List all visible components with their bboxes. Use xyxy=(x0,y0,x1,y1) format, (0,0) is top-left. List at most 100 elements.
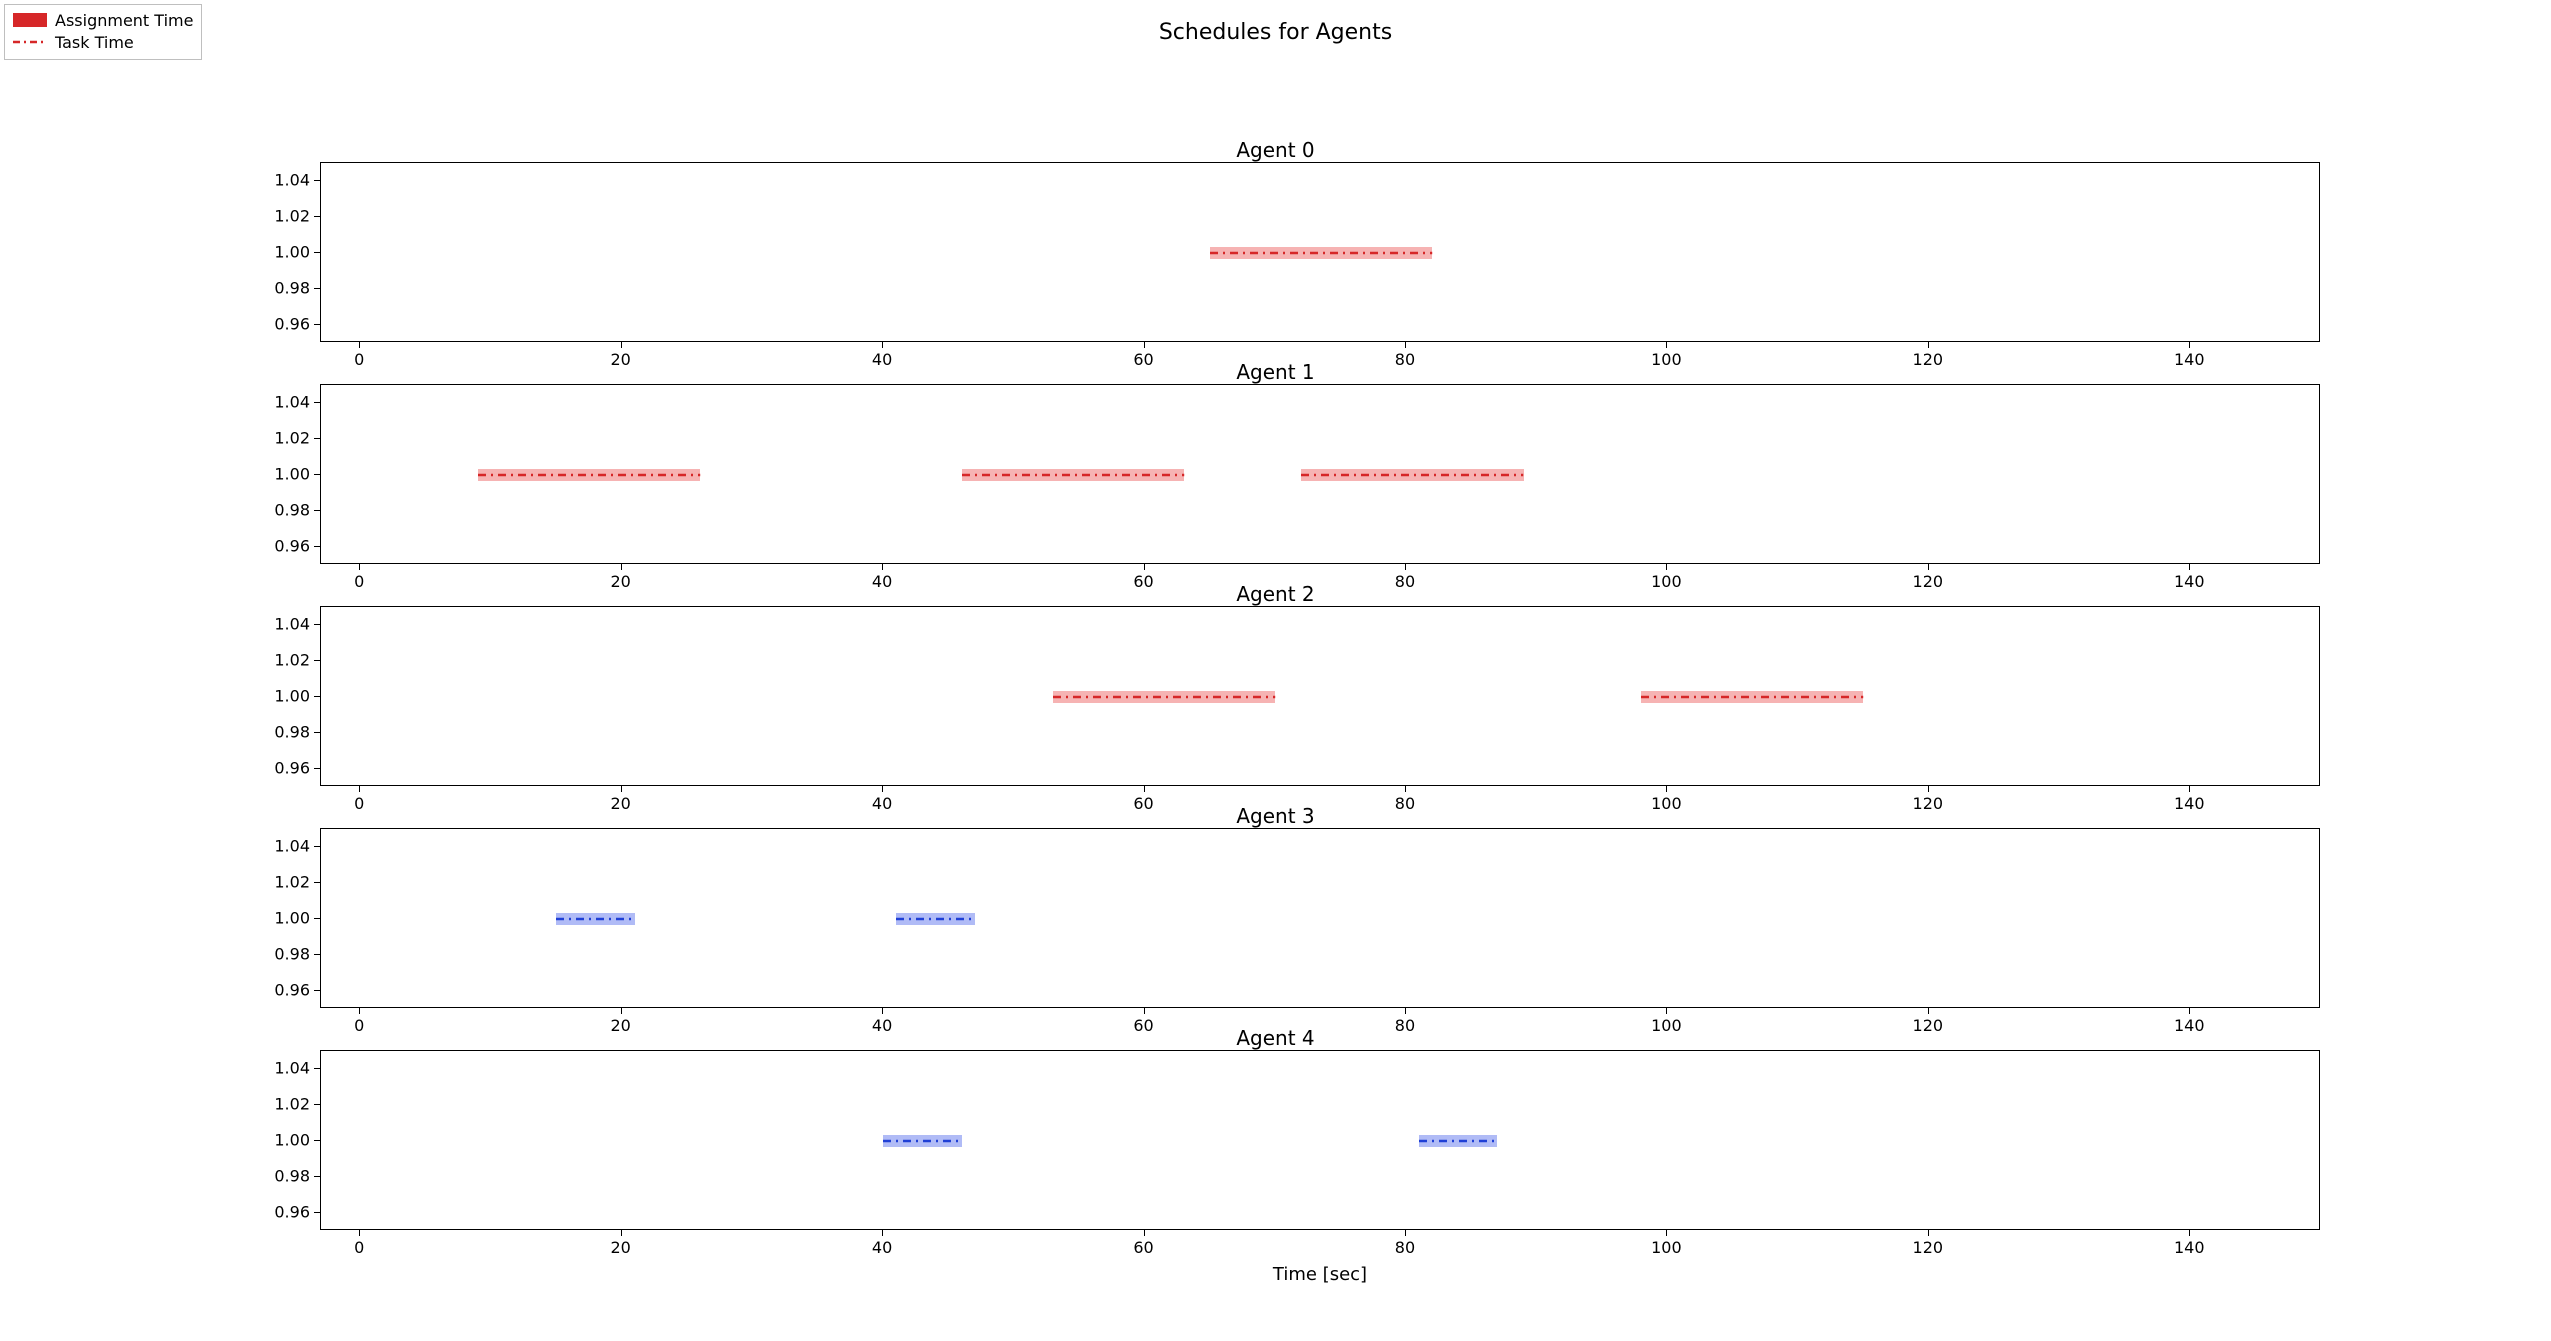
x-tick xyxy=(1144,342,1145,348)
x-tick-label: 0 xyxy=(354,1238,364,1257)
y-tick xyxy=(314,882,320,883)
y-tick-label: 1.04 xyxy=(250,837,310,856)
y-tick xyxy=(314,474,320,475)
y-tick-label: 1.04 xyxy=(250,1059,310,1078)
y-tick xyxy=(314,324,320,325)
subplot-title: Agent 2 xyxy=(0,582,2551,606)
x-tick xyxy=(621,1230,622,1236)
x-tick xyxy=(882,1008,883,1014)
y-tick-label: 0.98 xyxy=(250,279,310,298)
y-tick xyxy=(314,660,320,661)
x-axis-label: Time [sec] xyxy=(1273,1264,1367,1285)
x-tick xyxy=(2189,786,2190,792)
x-tick xyxy=(1666,1230,1667,1236)
y-tick-label: 1.04 xyxy=(250,393,310,412)
axes xyxy=(320,1050,2320,1230)
x-tick xyxy=(1928,1230,1929,1236)
x-tick xyxy=(1666,786,1667,792)
legend-swatch-assignment xyxy=(13,13,47,27)
y-tick-label: 0.96 xyxy=(250,1203,310,1222)
x-tick-label: 100 xyxy=(1651,1238,1682,1257)
legend-label-assignment: Assignment Time xyxy=(55,11,193,30)
subplot-agent-4: Agent 4 0.96 0.98 1.00 1.02 1.04 0 20 40 60 80 100 1… xyxy=(0,1028,2551,1308)
y-tick xyxy=(314,1212,320,1213)
y-tick xyxy=(314,1176,320,1177)
x-tick-label: 80 xyxy=(1395,1238,1415,1257)
x-tick xyxy=(1666,1008,1667,1014)
figure-title: Schedules for Agents xyxy=(0,20,2551,45)
subplot-title: Agent 4 xyxy=(0,1026,2551,1050)
y-tick-label: 0.96 xyxy=(250,759,310,778)
x-tick-label: 140 xyxy=(2174,1238,2205,1257)
x-tick xyxy=(882,564,883,570)
x-tick xyxy=(359,564,360,570)
y-tick-label: 1.02 xyxy=(250,207,310,226)
x-tick xyxy=(882,786,883,792)
x-tick xyxy=(882,1230,883,1236)
y-tick-label: 1.00 xyxy=(250,465,310,484)
y-tick xyxy=(314,180,320,181)
y-tick xyxy=(314,954,320,955)
subplot-agent-3: Agent 30.960.981.001.021.040204060801001… xyxy=(0,806,2551,1028)
x-tick xyxy=(359,786,360,792)
subplot-agent-2: Agent 20.960.981.001.021.040204060801001… xyxy=(0,584,2551,806)
x-tick xyxy=(2189,564,2190,570)
y-tick xyxy=(314,288,320,289)
axes xyxy=(320,606,2320,786)
x-tick-label: 120 xyxy=(1913,1238,1944,1257)
y-tick xyxy=(314,918,320,919)
y-tick-label: 1.00 xyxy=(250,909,310,928)
y-tick-label: 1.02 xyxy=(250,873,310,892)
x-tick xyxy=(1144,786,1145,792)
y-tick xyxy=(314,1104,320,1105)
y-tick xyxy=(314,510,320,511)
y-tick xyxy=(314,402,320,403)
subplot-title: Agent 1 xyxy=(0,360,2551,384)
y-tick-label: 1.04 xyxy=(250,171,310,190)
y-tick-label: 1.00 xyxy=(250,687,310,706)
x-tick xyxy=(621,564,622,570)
x-tick xyxy=(1928,1008,1929,1014)
y-tick-label: 0.98 xyxy=(250,945,310,964)
subplot-agent-1: Agent 10.960.981.001.021.040204060801001… xyxy=(0,362,2551,584)
x-tick-label: 20 xyxy=(610,1238,630,1257)
x-tick xyxy=(1405,342,1406,348)
x-tick xyxy=(1144,1008,1145,1014)
y-tick xyxy=(314,846,320,847)
y-tick xyxy=(314,546,320,547)
y-tick xyxy=(314,216,320,217)
x-tick xyxy=(1405,564,1406,570)
x-tick xyxy=(1666,564,1667,570)
subplot-title: Agent 0 xyxy=(0,138,2551,162)
y-tick-label: 1.04 xyxy=(250,615,310,634)
x-tick xyxy=(1405,786,1406,792)
x-tick xyxy=(621,1008,622,1014)
y-tick-label: 0.98 xyxy=(250,1167,310,1186)
legend-swatch-task xyxy=(13,35,47,49)
y-tick-label: 0.96 xyxy=(250,537,310,556)
x-tick xyxy=(882,342,883,348)
y-tick xyxy=(314,624,320,625)
subplot-agent-0: Agent 00.960.981.001.021.040204060801001… xyxy=(0,140,2551,362)
y-tick-label: 1.02 xyxy=(250,429,310,448)
y-tick xyxy=(314,990,320,991)
x-tick xyxy=(621,342,622,348)
x-tick xyxy=(1405,1230,1406,1236)
x-tick xyxy=(2189,1008,2190,1014)
x-tick-label: 40 xyxy=(872,1238,892,1257)
y-tick-label: 1.00 xyxy=(250,1131,310,1150)
legend-entry-task: Task Time xyxy=(13,31,193,53)
y-tick-label: 0.96 xyxy=(250,315,310,334)
legend-entry-assignment: Assignment Time xyxy=(13,9,193,31)
legend-label-task: Task Time xyxy=(55,33,134,52)
y-tick-label: 1.00 xyxy=(250,243,310,262)
y-tick-label: 1.02 xyxy=(250,1095,310,1114)
y-tick xyxy=(314,696,320,697)
y-tick xyxy=(314,1140,320,1141)
axes xyxy=(320,384,2320,564)
y-tick-label: 1.02 xyxy=(250,651,310,670)
y-tick-label: 0.98 xyxy=(250,723,310,742)
x-tick xyxy=(1928,342,1929,348)
x-tick-label: 60 xyxy=(1133,1238,1153,1257)
subplot-grid: Agent 0 0.96 0.98 1.00 1.02 1.04 0 20 40 60 80 100 1… xyxy=(0,140,2551,1308)
